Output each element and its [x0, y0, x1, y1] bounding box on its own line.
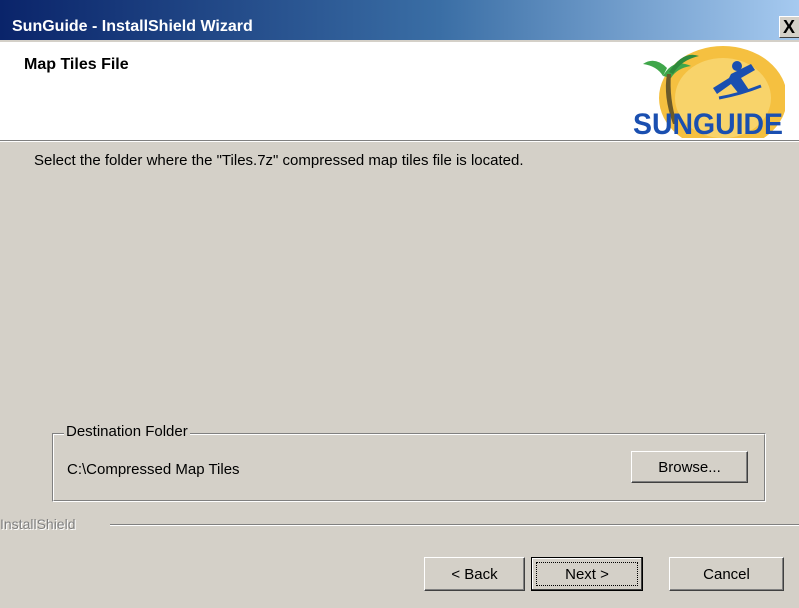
- page-title: Map Tiles File: [24, 56, 129, 73]
- sunguide-logo: SUNGUIDE: [633, 46, 787, 150]
- back-button[interactable]: < Back: [424, 557, 525, 591]
- destination-path: C:\Compressed Map Tiles: [67, 461, 240, 478]
- cancel-button-label: Cancel: [703, 565, 750, 583]
- close-icon: X: [783, 17, 796, 37]
- destination-folder-legend: Destination Folder: [64, 423, 190, 440]
- next-button[interactable]: Next >: [531, 557, 643, 591]
- window-title: SunGuide - InstallShield Wizard: [12, 18, 253, 35]
- back-button-label: < Back: [451, 565, 498, 583]
- logo-wordmark: SUNGUIDE: [633, 108, 783, 138]
- installshield-brand: InstallShield: [0, 516, 76, 532]
- wizard-header: Map Tiles File SUNGUIDE: [0, 42, 799, 150]
- destination-folder-group: Destination Folder C:\Compressed Map Til…: [52, 423, 766, 502]
- installer-window: SunGuide - InstallShield Wizard X Map Ti…: [0, 0, 799, 608]
- next-button-label: Next >: [565, 565, 609, 583]
- title-bar[interactable]: SunGuide - InstallShield Wizard X: [0, 0, 799, 40]
- footer-divider: [110, 524, 799, 526]
- browse-button[interactable]: Browse...: [631, 451, 748, 483]
- header-divider: [0, 140, 799, 142]
- close-button[interactable]: X: [779, 16, 799, 38]
- installshield-separator: InstallShield: [0, 516, 799, 534]
- cancel-button[interactable]: Cancel: [669, 557, 784, 591]
- instruction-text: Select the folder where the "Tiles.7z" c…: [34, 152, 524, 169]
- browse-button-label: Browse...: [658, 458, 721, 476]
